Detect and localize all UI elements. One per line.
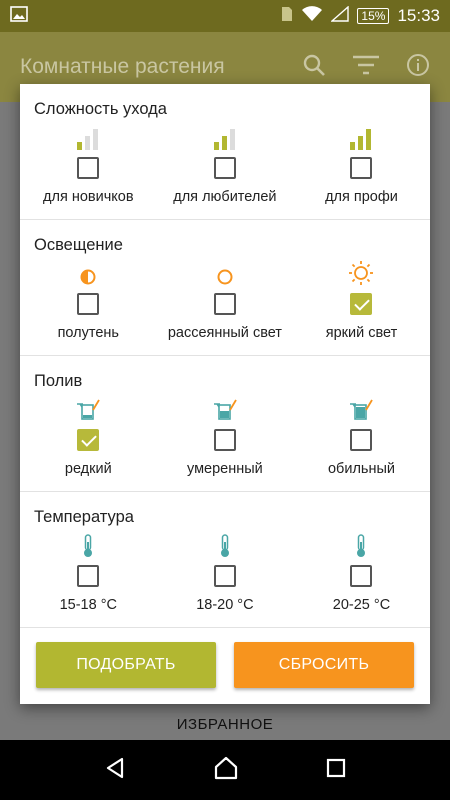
- option-beginners[interactable]: для новичков: [20, 126, 157, 205]
- circle-sun-icon: [216, 262, 234, 286]
- checkbox-diffused-light[interactable]: [213, 293, 236, 315]
- watering-can-low-icon: [75, 398, 101, 422]
- section-title: Полив: [34, 372, 83, 390]
- option-label: рассеянный свет: [167, 325, 282, 341]
- app-title: Комнатные растения: [20, 55, 225, 78]
- option-label: полутень: [57, 325, 119, 341]
- recent-apps-icon[interactable]: [325, 757, 347, 784]
- section-care-difficulty: Сложность ухода для новичков для любител…: [20, 84, 430, 220]
- wifi-icon: [301, 5, 323, 27]
- checkbox-beginners[interactable]: [77, 157, 100, 179]
- section-title: Сложность ухода: [34, 100, 167, 118]
- navigation-bar: [0, 740, 450, 800]
- signal-low-icon: [76, 126, 100, 150]
- pick-button[interactable]: ПОДОБРАТЬ: [36, 642, 216, 688]
- bright-sun-icon: [348, 261, 374, 286]
- option-moderate-watering[interactable]: умеренный: [157, 398, 294, 477]
- thermometer-icon: [218, 534, 232, 558]
- filter-icon[interactable]: [352, 53, 380, 82]
- checkbox-bright-light[interactable]: [350, 293, 373, 315]
- option-rare-watering[interactable]: редкий: [20, 398, 157, 477]
- checkbox-pros[interactable]: [350, 157, 373, 179]
- option-label: обильный: [327, 461, 395, 477]
- checkbox-amateurs[interactable]: [213, 157, 236, 179]
- checkbox-partial-shade[interactable]: [77, 293, 100, 315]
- back-icon[interactable]: [103, 756, 127, 785]
- signal-high-icon: [349, 126, 373, 150]
- checkbox-rare-watering[interactable]: [77, 429, 100, 451]
- gallery-notification-icon: [10, 5, 28, 27]
- option-label: 18-20 °C: [196, 597, 254, 613]
- thermometer-icon: [354, 534, 368, 558]
- reset-button[interactable]: СБРОСИТЬ: [234, 642, 414, 688]
- home-icon[interactable]: [213, 756, 239, 785]
- info-icon[interactable]: [406, 53, 430, 82]
- option-label: умеренный: [186, 461, 263, 477]
- option-partial-shade[interactable]: полутень: [20, 262, 157, 341]
- section-lighting: Освещение полутень рассеянный свет яркий…: [20, 220, 430, 356]
- half-sun-icon: [79, 262, 97, 286]
- checkbox-abundant-watering[interactable]: [350, 429, 373, 451]
- option-pros[interactable]: для профи: [293, 126, 430, 205]
- option-label: яркий свет: [325, 325, 398, 341]
- status-bar: 15% 15:33: [0, 0, 450, 32]
- watering-can-high-icon: [348, 398, 374, 422]
- section-title: Освещение: [34, 236, 123, 254]
- checkbox-temp-18-20[interactable]: [213, 565, 236, 587]
- option-temp-18-20[interactable]: 18-20 °C: [157, 534, 294, 613]
- option-amateurs[interactable]: для любителей: [157, 126, 294, 205]
- section-watering: Полив редкий умеренный обильный: [20, 356, 430, 492]
- option-label: 20-25 °C: [332, 597, 391, 613]
- section-temperature: Температура 15-18 °C 18-20 °C 20-25 °C: [20, 492, 430, 628]
- option-temp-20-25[interactable]: 20-25 °C: [293, 534, 430, 613]
- option-bright-light[interactable]: яркий свет: [293, 261, 430, 341]
- checkbox-temp-15-18[interactable]: [77, 565, 100, 587]
- checkbox-temp-20-25[interactable]: [350, 565, 373, 587]
- option-label: 15-18 °C: [59, 597, 117, 613]
- cell-signal-icon: [330, 4, 350, 27]
- favorites-tab[interactable]: ИЗБРАННОЕ: [0, 716, 450, 733]
- option-label: редкий: [64, 461, 112, 477]
- dialog-buttons: ПОДОБРАТЬ СБРОСИТЬ: [20, 628, 430, 688]
- signal-medium-icon: [213, 126, 237, 150]
- watering-can-medium-icon: [212, 398, 238, 422]
- filter-dialog: Сложность ухода для новичков для любител…: [20, 84, 430, 704]
- option-label: для новичков: [43, 189, 134, 205]
- option-abundant-watering[interactable]: обильный: [293, 398, 430, 477]
- battery-indicator: 15%: [357, 8, 390, 24]
- thermometer-icon: [81, 534, 95, 558]
- option-label: для профи: [325, 189, 398, 205]
- checkbox-moderate-watering[interactable]: [213, 429, 236, 451]
- option-label: для любителей: [173, 189, 277, 205]
- clock: 15:33: [397, 6, 440, 25]
- option-diffused-light[interactable]: рассеянный свет: [157, 262, 294, 341]
- search-icon[interactable]: [302, 53, 326, 82]
- section-title: Температура: [34, 508, 134, 526]
- option-temp-15-18[interactable]: 15-18 °C: [20, 534, 157, 613]
- sim-card-icon: [281, 6, 293, 27]
